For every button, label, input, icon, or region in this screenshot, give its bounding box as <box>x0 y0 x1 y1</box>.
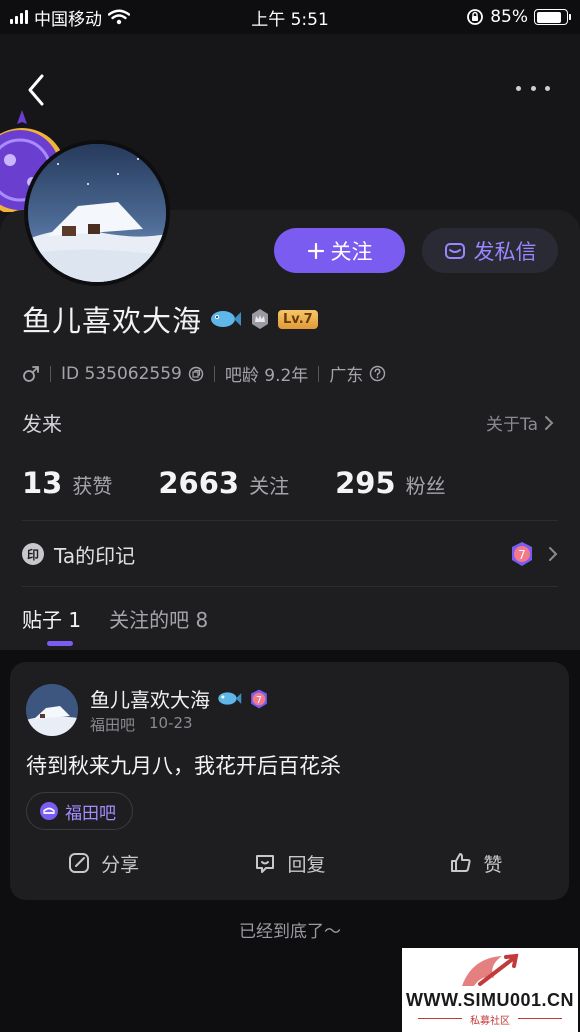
active-tab-indicator <box>47 641 73 646</box>
stat-label: 获赞 <box>72 474 113 498</box>
fish-icon <box>218 692 242 705</box>
chevron-right-icon <box>549 547 558 561</box>
private-message-label: 发私信 <box>473 240 537 264</box>
status-right: 85% <box>466 7 571 27</box>
dot-icon <box>545 85 550 91</box>
marks-label: Ta的印记 <box>54 543 136 568</box>
fish-icon <box>211 311 242 327</box>
help-icon[interactable] <box>369 365 386 382</box>
profile-bio: 发来 <box>22 412 62 436</box>
post-actions: 分享 回复 赞 <box>10 846 569 880</box>
battery-icon <box>534 9 571 25</box>
male-icon <box>23 365 39 382</box>
back-button[interactable] <box>22 70 52 110</box>
profile-name: 鱼儿喜欢大海 <box>22 304 203 338</box>
share-button[interactable]: 分享 <box>10 846 196 880</box>
marks-right: 7 <box>508 540 558 568</box>
status-bar: 中国移动 上午 5:51 85% <box>0 0 580 34</box>
plus-icon <box>307 242 324 259</box>
forum-chip-label: 福田吧 <box>65 803 116 824</box>
section-divider <box>22 520 558 521</box>
marks-left: 印 Ta的印记 <box>22 540 135 569</box>
thumbs-up-icon <box>451 853 471 872</box>
reply-label: 回复 <box>287 853 326 876</box>
watermark-text: WWW.SIMU001.CN <box>405 990 574 1010</box>
dot-icon <box>530 85 536 91</box>
snow-house-image <box>26 684 78 736</box>
about-ta-link[interactable]: 关于Ta <box>486 410 554 435</box>
stat-value: 295 <box>335 466 396 500</box>
like-label: 赞 <box>483 853 503 876</box>
share-label: 分享 <box>101 853 140 876</box>
level-badge: Lv.7 <box>278 309 318 329</box>
stat-value: 13 <box>22 466 63 500</box>
post-card[interactable]: 鱼儿喜欢大海 7 福田吧 10-23 待到秋来九月八，我花开后百花杀 福田吧 分 <box>10 662 569 900</box>
forum-icon <box>40 802 58 820</box>
post-author-name[interactable]: 鱼儿喜欢大海 <box>90 684 210 713</box>
chevron-right-icon <box>545 415 554 430</box>
meta-divider <box>50 365 51 382</box>
badge-number: 7 <box>518 548 526 562</box>
post-text: 待到秋来九月八，我花开后百花杀 <box>26 754 341 778</box>
carrier-label: 中国移动 <box>34 9 102 30</box>
meta-divider <box>213 365 215 382</box>
user-id: ID 535062559 <box>61 363 182 384</box>
copy-icon[interactable] <box>188 366 204 382</box>
battery-level <box>536 11 562 23</box>
watermark-logo: WWW.SIMU001.CN 私募社区 <box>402 948 578 1032</box>
post-author-avatar[interactable] <box>26 684 78 736</box>
dot-icon <box>516 85 521 91</box>
forum-chip[interactable]: 福田吧 <box>26 792 133 830</box>
signal-icon <box>10 10 28 24</box>
stat-label: 关注 <box>249 474 290 498</box>
private-message-button[interactable]: 发私信 <box>422 228 558 273</box>
tab-followed-forums[interactable]: 关注的吧 8 <box>109 604 208 633</box>
share-icon <box>69 853 90 873</box>
mail-icon <box>444 242 465 259</box>
follow-button[interactable]: 关注 <box>274 228 405 273</box>
wifi-icon <box>108 9 130 25</box>
post-meta: 福田吧 10-23 <box>90 714 193 735</box>
like-button[interactable]: 赞 <box>383 846 569 880</box>
stat-label: 粉丝 <box>405 474 446 498</box>
crown-badge-icon <box>252 309 269 329</box>
profile-meta-row: ID 535062559 吧龄 9.2年 广东 <box>22 361 386 386</box>
comment-icon <box>256 855 275 873</box>
end-of-list-text: 已经到底了～ <box>239 922 341 942</box>
about-ta-label: 关于Ta <box>486 415 538 435</box>
battery-percent: 85% <box>490 7 528 27</box>
badge-number: 7 <box>256 694 262 705</box>
account-age: 吧龄 9.2年 <box>224 366 309 386</box>
watermark-graphic <box>462 953 519 986</box>
post-date: 10-23 <box>149 714 193 732</box>
profile-stats: 13 获赞 2663 关注 295 粉丝 <box>22 466 492 500</box>
profile-name-row: 鱼儿喜欢大海 Lv.7 <box>22 298 318 340</box>
snow-house-image <box>28 144 166 282</box>
user-location: 广东 <box>329 366 364 386</box>
stat-fans[interactable]: 295 粉丝 <box>335 466 446 500</box>
section-divider <box>22 586 558 587</box>
level-7-badge-icon: 7 <box>512 542 532 566</box>
post-author-row: 鱼儿喜欢大海 7 <box>90 684 270 713</box>
post-forum: 福田吧 <box>90 716 136 734</box>
stat-likes: 13 获赞 <box>22 466 112 500</box>
more-options-button[interactable] <box>516 78 550 98</box>
reply-button[interactable]: 回复 <box>196 846 382 880</box>
status-left: 中国移动 <box>10 5 130 30</box>
watermark-subtext: 私募社区 <box>470 1016 510 1027</box>
marks-row[interactable]: 印 Ta的印记 7 <box>22 534 558 574</box>
level-7-badge-icon: 7 <box>251 689 267 708</box>
rotation-lock-icon <box>467 9 484 25</box>
profile-tabs: 贴子 1 关注的吧 8 <box>22 604 208 633</box>
stat-value: 2663 <box>158 466 240 500</box>
follow-button-label: 关注 <box>330 240 373 264</box>
profile-avatar[interactable] <box>24 140 170 286</box>
seal-icon: 印 <box>22 543 44 565</box>
meta-divider <box>318 365 320 382</box>
stat-following[interactable]: 2663 关注 <box>158 466 289 500</box>
tab-posts[interactable]: 贴子 1 <box>22 604 81 633</box>
